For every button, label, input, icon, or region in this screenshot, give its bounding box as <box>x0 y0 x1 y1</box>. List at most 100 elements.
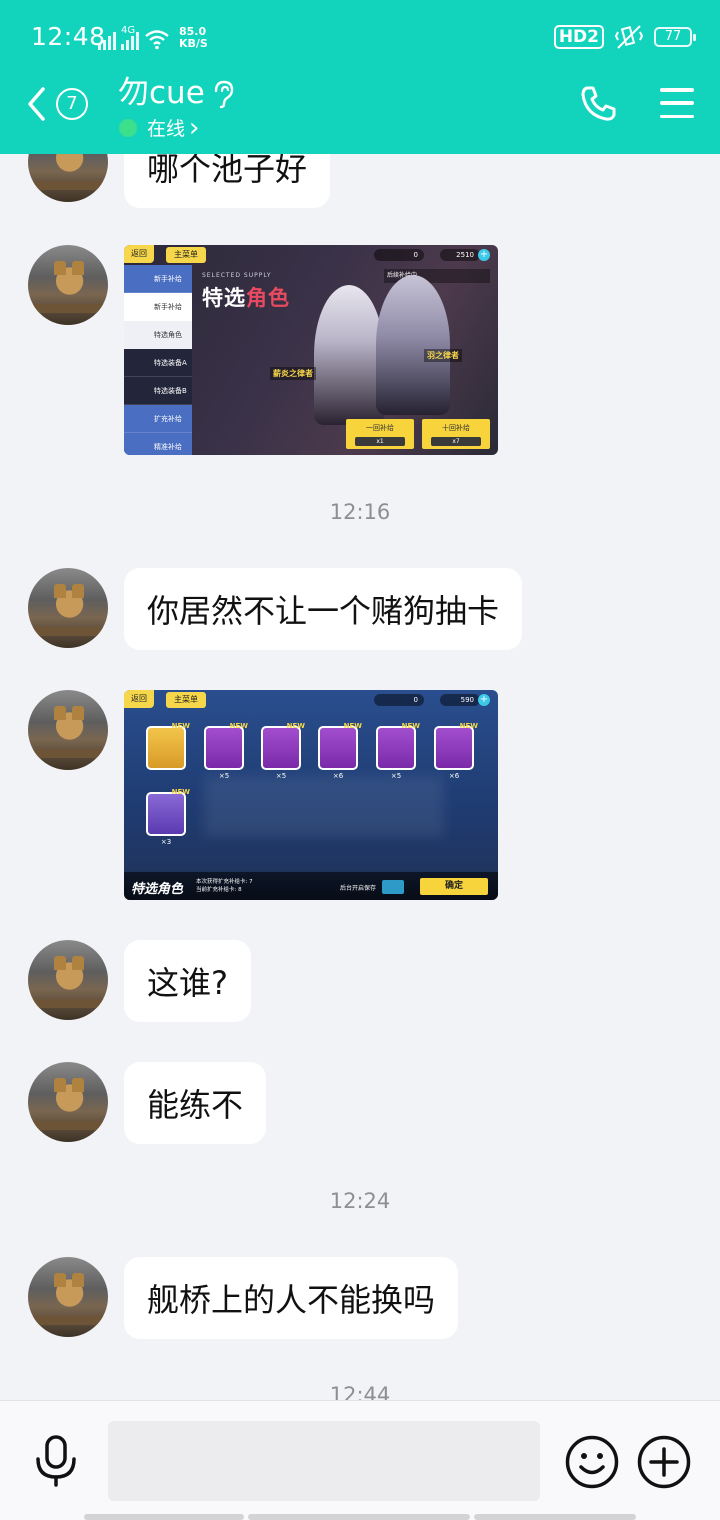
contact-avatar[interactable] <box>28 568 108 648</box>
game-menu-item: 特选装备B <box>124 377 192 405</box>
message-input-bar <box>0 1400 720 1520</box>
contact-avatar[interactable] <box>28 1062 108 1142</box>
message-timestamp: 12:44 <box>329 1383 391 1400</box>
message-text-input[interactable] <box>108 1421 540 1501</box>
reward-card: NEW <box>146 722 190 770</box>
contact-avatar[interactable] <box>28 245 108 325</box>
battery-icon: 77 <box>654 27 696 47</box>
game-menu-item: 新手补给 <box>124 293 192 321</box>
status-right-icons: HD2 77 <box>553 24 696 50</box>
message-bubble[interactable]: 舰桥上的人不能换吗 <box>124 1257 459 1339</box>
image-message-gacha-result[interactable]: 返回 主菜单 0 590 + NEW NEW ×5 NEW ×5 NEW ×6 … <box>124 690 498 900</box>
game-character-label: 薪炎之律者 <box>270 367 316 380</box>
game-confirm-button: 确定 <box>420 878 488 895</box>
game-pull-ten-label: 十回补给 <box>442 424 470 432</box>
game-plus-icon: + <box>478 694 490 706</box>
smiley-icon[interactable] <box>564 1434 620 1490</box>
chevron-right-icon: › <box>189 112 200 143</box>
network-speed-unit: KB/S <box>179 37 208 50</box>
top-app-bar: 12:48 4G 85.0 KB/S HD2 77 7 勿cue 在线 › <box>0 0 720 154</box>
game-result-title: 特选角色 <box>131 882 184 897</box>
game-title-red: 角色 <box>246 286 290 310</box>
new-tag: NEW <box>171 788 190 796</box>
game-pull-one-label: 一回补给 <box>366 424 394 432</box>
message-bubble[interactable]: 这谁? <box>124 940 251 1022</box>
reward-card: NEW <box>318 722 362 770</box>
game-result-info: 本次获得扩充补给卡: 7 当前扩充补给卡: 8 <box>196 878 253 894</box>
unread-count-badge: 7 <box>56 88 88 120</box>
hamburger-menu-icon[interactable] <box>660 88 694 118</box>
message-bubble[interactable]: 哪个池子好 <box>124 154 331 208</box>
chat-message-list[interactable]: 哪个池子好 返回 主菜单 0 2510 + 新手补给 新手补给 特选角色 特选装… <box>0 154 720 1400</box>
game-title-white: 特选 <box>202 286 246 310</box>
game-resource-1: 0 <box>374 694 424 706</box>
camera-icon <box>382 880 404 894</box>
game-result-info-line: 本次获得扩充补给卡: 7 <box>196 879 253 885</box>
reward-card: NEW <box>434 722 478 770</box>
new-tag: NEW <box>286 722 305 730</box>
contact-avatar[interactable] <box>28 940 108 1020</box>
game-character-art <box>314 285 384 425</box>
status-time: 12:48 <box>31 22 106 51</box>
reward-card: NEW <box>376 722 420 770</box>
ear-icon[interactable] <box>208 79 236 109</box>
online-dot <box>119 118 137 137</box>
wifi-icon <box>145 30 169 50</box>
reward-card-qty: ×3 <box>160 838 172 846</box>
game-menu-item: 精准补给 <box>124 433 192 455</box>
network-type-label: 4G <box>121 25 136 36</box>
game-resource-1: 0 <box>374 249 424 261</box>
game-resource-2: 2510 <box>440 249 480 261</box>
game-supply-menu: 新手补给 新手补给 特选角色 特选装备A 特选装备B 扩充补给 精准补给 <box>124 265 192 455</box>
reward-card: NEW <box>204 722 248 770</box>
contact-avatar[interactable] <box>28 1257 108 1337</box>
game-menu-item: 特选角色 <box>124 321 192 349</box>
back-button[interactable]: 7 <box>26 84 106 124</box>
online-status[interactable]: 在线 › <box>119 114 199 141</box>
nav-handle-segment <box>474 1514 636 1520</box>
status-left-icons: 4G 85.0 KB/S <box>98 24 208 50</box>
contact-name[interactable]: 勿cue <box>118 74 205 112</box>
game-back-button: 返回 <box>124 690 154 708</box>
game-home-button: 主菜单 <box>166 247 206 263</box>
contact-avatar[interactable] <box>28 154 108 202</box>
game-result-tip: 后台开启保存 <box>340 885 377 892</box>
online-status-text: 在线 <box>147 118 186 140</box>
game-resource-2: 590 <box>440 694 480 706</box>
game-result-footer: 特选角色 本次获得扩充补给卡: 7 当前扩充补给卡: 8 后台开启保存 确定 <box>124 872 498 900</box>
game-menu-item: 新手补给 <box>124 265 192 293</box>
game-title: 特选角色 <box>202 282 290 312</box>
reward-card: NEW <box>146 788 190 836</box>
new-tag: NEW <box>401 722 420 730</box>
chevron-left-icon <box>28 87 45 121</box>
contact-avatar[interactable] <box>28 690 108 770</box>
game-menu-item: 特选装备A <box>124 349 192 377</box>
network-speed: 85.0 KB/S <box>179 26 208 50</box>
game-pull-ten-button: 十回补给 x7 <box>422 419 490 449</box>
nav-handle-segment <box>84 1514 244 1520</box>
new-tag: NEW <box>171 722 190 730</box>
nav-handle-segment <box>248 1514 470 1520</box>
microphone-icon[interactable] <box>30 1433 82 1489</box>
game-plus-icon: + <box>478 249 490 261</box>
game-pull-one-button: 一回补给 x1 <box>346 419 414 449</box>
new-tag: NEW <box>229 722 248 730</box>
message-timestamp: 12:24 <box>329 1189 391 1213</box>
game-back-button: 返回 <box>124 245 154 263</box>
message-bubble[interactable]: 你居然不让一个赌狗抽卡 <box>124 568 523 650</box>
game-character-label: 羽之律者 <box>424 349 462 362</box>
vibrate-icon <box>614 25 644 49</box>
signal-strength-icon-2: 4G <box>121 25 139 50</box>
game-menu-item: 扩充补给 <box>124 405 192 433</box>
reward-card: NEW <box>261 722 305 770</box>
game-pull-ten-cost: x7 <box>431 437 481 446</box>
phone-icon[interactable] <box>578 84 618 124</box>
blurred-background <box>204 776 444 836</box>
signal-strength-icon-1 <box>98 28 116 50</box>
new-tag: NEW <box>343 722 362 730</box>
game-result-info-line: 当前扩充补给卡: 8 <box>196 887 242 893</box>
game-character-art <box>376 275 450 415</box>
image-message-gacha-screen[interactable]: 返回 主菜单 0 2510 + 新手补给 新手补给 特选角色 特选装备A 特选装… <box>124 245 498 455</box>
plus-circle-icon[interactable] <box>636 1434 692 1490</box>
message-bubble[interactable]: 能练不 <box>124 1062 267 1144</box>
